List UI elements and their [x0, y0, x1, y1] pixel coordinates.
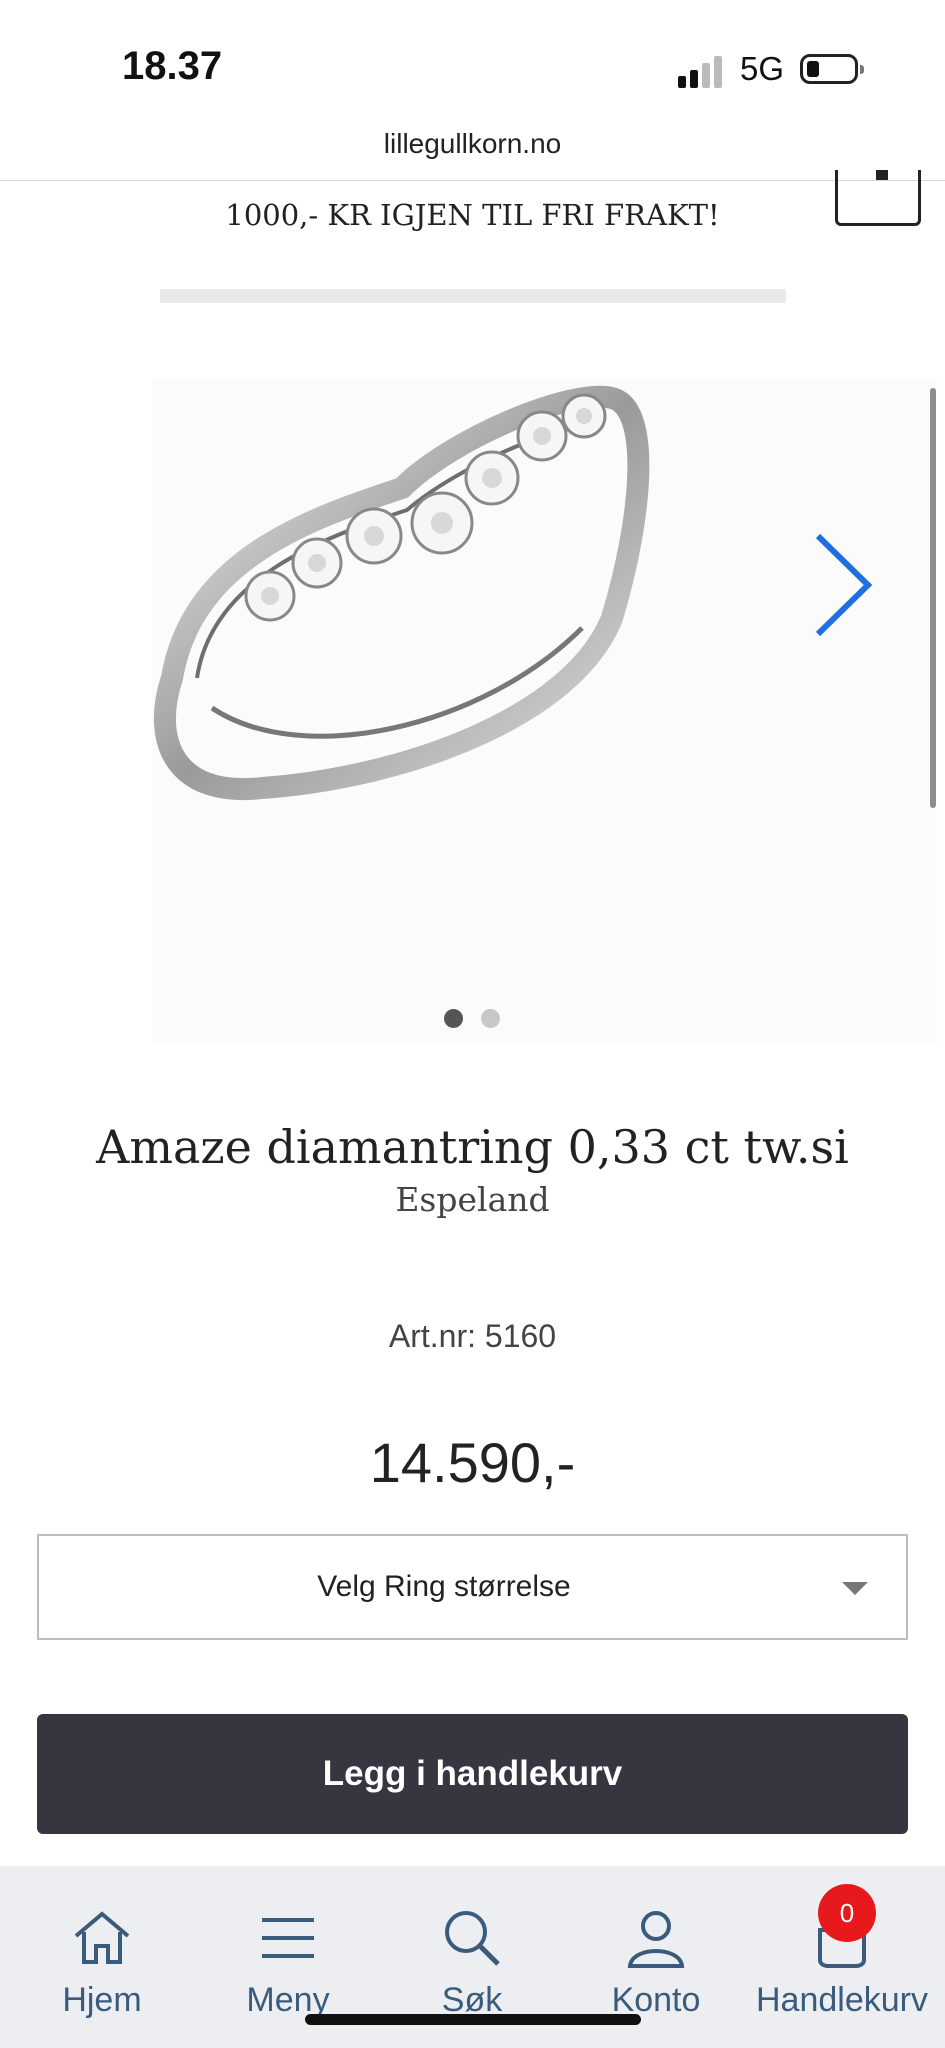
product-title: Amaze diamantring 0,33 ct tw.si [96, 1120, 849, 1174]
chevron-down-icon [842, 1582, 868, 1595]
user-icon [627, 1911, 685, 1968]
shipping-progress-bar [160, 289, 786, 303]
nav-home[interactable]: Hjem [12, 1866, 192, 2048]
free-shipping-banner: 1000,- KR IGJEN TIL FRI FRAKT! [225, 198, 720, 232]
header-cart-icon[interactable] [835, 170, 921, 226]
home-indicator[interactable] [305, 2014, 641, 2025]
status-bar: 18.37 5G [0, 0, 945, 130]
ring-size-select-label: Velg Ring størrelse [317, 1570, 571, 1603]
product-price: 14.590,- [369, 1431, 576, 1494]
pagination-dot-active[interactable] [444, 1009, 463, 1028]
battery-icon [800, 54, 864, 84]
product-image-gallery[interactable] [152, 378, 937, 1043]
home-icon [74, 1911, 130, 1964]
clock: 18.37 [122, 44, 223, 88]
divider [0, 180, 945, 181]
ring-image [154, 385, 650, 801]
pagination-dot[interactable] [481, 1009, 500, 1028]
chevron-right-icon[interactable] [810, 530, 880, 640]
menu-icon [262, 1918, 314, 1958]
url-bar[interactable]: lillegullkorn.no [0, 128, 945, 160]
scrollbar[interactable] [930, 388, 936, 808]
article-number: Art.nr: 5160 [388, 1318, 557, 1354]
add-to-cart-button[interactable]: Legg i handlekurv [37, 1714, 908, 1834]
cart-count-badge: 0 [818, 1884, 876, 1942]
ring-size-select[interactable]: Velg Ring størrelse [37, 1534, 908, 1640]
product-brand[interactable]: Espeland [0, 1180, 945, 1219]
search-icon [445, 1911, 500, 1966]
signal-icon [678, 54, 726, 88]
gallery-pagination [444, 1009, 518, 1032]
network-type: 5G [740, 50, 785, 87]
